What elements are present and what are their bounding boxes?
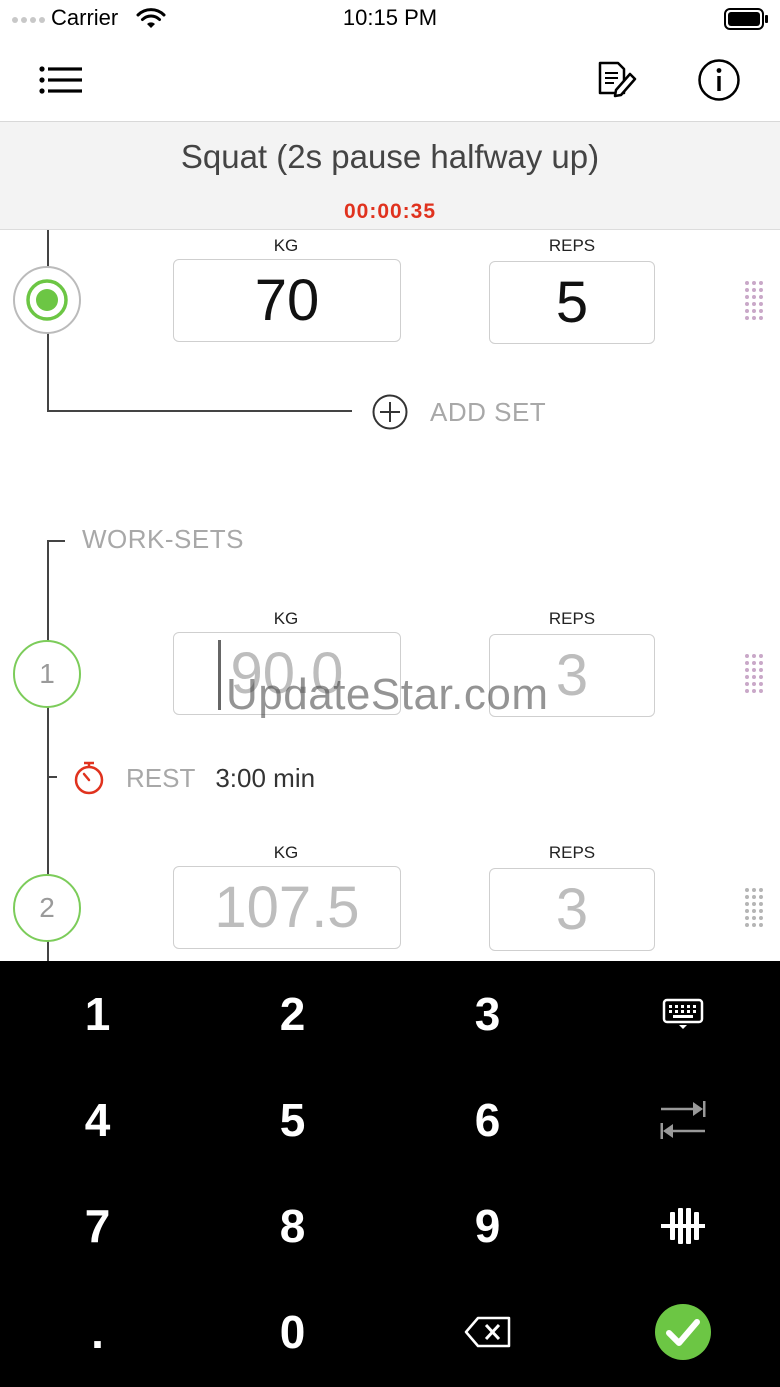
- key-3[interactable]: 3: [390, 961, 585, 1067]
- rest-tick: [47, 776, 57, 778]
- key-9[interactable]: 9: [390, 1173, 585, 1279]
- checkmark-icon: [654, 1304, 711, 1360]
- watermark: UpdateStar.com: [226, 670, 549, 719]
- active-set-icon: [26, 279, 68, 321]
- rest-label: REST: [126, 762, 196, 793]
- key-4[interactable]: 4: [0, 1067, 195, 1173]
- set-status-active[interactable]: [13, 266, 81, 334]
- info-button[interactable]: [694, 57, 744, 103]
- exercise-title: Squat (2s pause halfway up): [180, 138, 600, 175]
- drag-handle-icon[interactable]: [744, 280, 768, 322]
- edit-note-icon: [598, 61, 637, 98]
- key-5[interactable]: 5: [195, 1067, 390, 1173]
- keyboard-icon: [662, 998, 703, 1029]
- status-bar: Carrier 10:15 PM: [0, 0, 780, 40]
- reps-label: REPS: [548, 843, 596, 862]
- keyboard-toggle-key[interactable]: [585, 961, 780, 1067]
- nav-bar: [0, 40, 780, 122]
- battery-icon: [724, 8, 768, 30]
- plus-circle-icon: [372, 394, 408, 430]
- section-tick: [47, 540, 65, 542]
- notes-button[interactable]: [592, 57, 642, 103]
- set-number-1[interactable]: 1: [13, 640, 81, 708]
- section-title: WORK-SETS: [82, 524, 244, 554]
- plate-icon: [660, 1208, 705, 1244]
- numeric-keypad: 1 2 3 4 5 6 7 8 9 . 0: [0, 961, 780, 1387]
- confirm-key[interactable]: [585, 1279, 780, 1385]
- rest-row[interactable]: REST 3:00 min: [72, 760, 315, 796]
- swap-icon: [660, 1101, 705, 1139]
- list-icon: [39, 66, 82, 94]
- kg-label: KG: [273, 843, 299, 862]
- key-6[interactable]: 6: [390, 1067, 585, 1173]
- reps-field[interactable]: 5: [489, 261, 655, 344]
- menu-button[interactable]: [36, 57, 86, 103]
- timeline-branch: [47, 410, 352, 412]
- reps-label: REPS: [548, 236, 596, 255]
- exercise-timer: 00:00:35: [343, 200, 437, 223]
- exercise-header: Squat (2s pause halfway up) 00:00:35: [0, 122, 780, 230]
- info-icon: [698, 59, 740, 101]
- key-8[interactable]: 8: [195, 1173, 390, 1279]
- kg-label: KG: [273, 609, 299, 628]
- key-1[interactable]: 1: [0, 961, 195, 1067]
- rest-value: 3:00 min: [215, 762, 316, 793]
- kg-field[interactable]: 107.5: [173, 866, 401, 949]
- backspace-icon: [464, 1316, 510, 1348]
- stopwatch-icon: [74, 761, 104, 795]
- kg-field[interactable]: 70: [173, 259, 401, 342]
- status-time: 10:15 PM: [342, 5, 438, 30]
- kg-label: KG: [273, 236, 299, 255]
- add-set-button[interactable]: ADD SET: [372, 394, 546, 430]
- reps-label: REPS: [548, 609, 596, 628]
- drag-handle-icon[interactable]: [744, 887, 768, 929]
- plate-calculator-key[interactable]: [585, 1173, 780, 1279]
- key-2[interactable]: 2: [195, 961, 390, 1067]
- text-cursor: [218, 640, 221, 710]
- set-number-2[interactable]: 2: [13, 874, 81, 942]
- add-set-label: ADD SET: [430, 396, 547, 427]
- reps-field[interactable]: 3: [489, 868, 655, 951]
- backspace-key[interactable]: [390, 1279, 585, 1385]
- swap-key[interactable]: [585, 1067, 780, 1173]
- key-0[interactable]: 0: [195, 1279, 390, 1385]
- key-7[interactable]: 7: [0, 1173, 195, 1279]
- key-decimal[interactable]: .: [0, 1279, 195, 1385]
- drag-handle-icon[interactable]: [744, 653, 768, 695]
